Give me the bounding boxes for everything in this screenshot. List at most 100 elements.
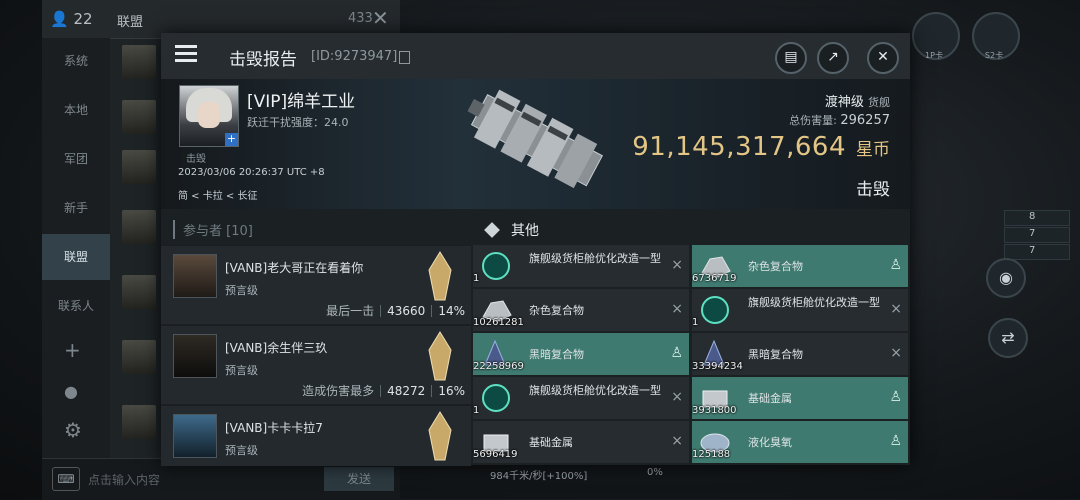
chat-avatar [122, 150, 156, 184]
weapon-icon [428, 411, 452, 461]
participant-avatar[interactable] [173, 254, 217, 298]
share-icon[interactable]: ↗ [817, 42, 849, 74]
channel-local[interactable]: 本地 [42, 87, 110, 133]
channel-alliance[interactable]: 联盟 [42, 234, 110, 280]
item-name: 基础金属 [748, 392, 792, 405]
kill-report-dialog: 击毁报告 [ID:9273947] ▤ ↗ ✕ + 击毁 [VIP]绵羊工业 跃… [161, 33, 910, 466]
total-damage-label: 总伤害量: [789, 114, 837, 127]
participant-name: [VANB]老大哥正在看着你 [225, 261, 364, 275]
swap-icon[interactable]: ⇄ [988, 318, 1028, 358]
hud-stat: 7 [1004, 244, 1070, 260]
item-quantity: 1 [692, 317, 699, 328]
plus-icon[interactable]: + [225, 133, 238, 146]
item-quantity: 33394234 [692, 361, 743, 372]
close-icon[interactable]: ✕ [867, 42, 899, 74]
ship-class-name: 渡神级 [824, 95, 864, 110]
isk-unit: 星币 [856, 140, 890, 160]
item-name: 黑暗复合物 [529, 348, 584, 361]
item-quantity: 3931800 [692, 405, 737, 416]
participant-row[interactable]: [VANB]余生伴三玖 预言级 造成伤害最多 48272 16% [161, 325, 471, 404]
other-items-panel: 其他 1 旗舰级货柜舱优化改造一型 × 6736719 杂色复合物 ♙ 1026… [471, 210, 910, 465]
other-items-title: 其他 [511, 223, 539, 239]
close-icon[interactable]: ✕ [372, 6, 389, 30]
person-icon: ♙ [670, 345, 683, 361]
participant-ship: 预言级 [225, 444, 258, 457]
isk-value: 91,145,317,664 星币 [632, 132, 890, 162]
channel-newbie[interactable]: 新手 [42, 185, 110, 231]
isk-amount: 91,145,317,664 [632, 132, 846, 162]
hud-stat: 8 [1004, 210, 1070, 226]
dialog-title: 击毁报告 [229, 50, 297, 70]
chat-input[interactable]: 点击输入内容 [88, 471, 160, 488]
participant-stats: 造成伤害最多 48272 16% [302, 382, 465, 399]
speed-readout: 984千米/秒[+100%] [490, 471, 588, 482]
item-cell[interactable]: 10261281 杂色复合物 × [473, 289, 689, 331]
destroyed-icon: × [671, 257, 683, 273]
item-cell[interactable]: 5696419 基础金属 × [473, 421, 689, 463]
item-cell[interactable]: 3931800 基础金属 ♙ [692, 377, 908, 419]
chat-title: 联盟 [117, 15, 144, 30]
item-quantity: 125188 [692, 449, 731, 460]
menu-icon[interactable] [175, 45, 197, 63]
participant-name: [VANB]余生伴三玖 [225, 341, 328, 355]
channel-contacts[interactable]: 联系人 [42, 283, 110, 329]
kill-result: 击毁 [856, 180, 890, 200]
participant-stats: 最后一击 43660 14% [326, 302, 465, 319]
item-quantity: 6736719 [692, 273, 737, 284]
module-icon [701, 296, 729, 324]
participant-ship: 预言级 [225, 284, 258, 297]
cube-icon [484, 222, 500, 238]
victim-section: + 击毁 [VIP]绵羊工业 跃迁干扰强度：24.0 2023/03/06 20… [161, 79, 910, 209]
participant-name: [VANB]卡卡卡拉7 [225, 421, 323, 435]
module-icon [482, 384, 510, 412]
weapon-icon [428, 251, 452, 301]
item-name: 基础金属 [529, 436, 573, 449]
person-icon: ♙ [889, 257, 902, 273]
participant-avatar[interactable] [173, 414, 217, 458]
participant-row[interactable]: [VANB]卡卡卡拉7 预言级 [161, 405, 471, 466]
item-cell[interactable]: 125188 液化臭氧 ♙ [692, 421, 908, 463]
report-id: [ID:9273947] [311, 49, 398, 64]
item-cell[interactable]: 6736719 杂色复合物 ♙ [692, 245, 908, 287]
item-cell[interactable]: 1 旗舰级货柜舱优化改造一型 × [473, 377, 689, 419]
participant-avatar[interactable] [173, 334, 217, 378]
item-quantity: 10261281 [473, 317, 524, 328]
channel-system[interactable]: 系统 [42, 38, 110, 84]
person-icon: ♙ [889, 389, 902, 405]
channel-corp[interactable]: 军团 [42, 136, 110, 182]
kill-time: 2023/03/06 20:26:37 UTC +8 [178, 167, 325, 178]
item-quantity: 1 [473, 273, 480, 284]
ship-type: 货舰 [868, 96, 890, 109]
plus-icon[interactable]: + [64, 338, 81, 362]
user-count-value: 22 [73, 10, 93, 28]
channel-list: 系统 本地 军团 新手 联盟 联系人 + ● ⚙ [42, 38, 110, 458]
item-name: 黑暗复合物 [748, 348, 803, 361]
clipboard-icon[interactable]: ▤ [775, 42, 807, 74]
send-button[interactable]: 发送 [324, 467, 394, 491]
keyboard-icon[interactable]: ⌨ [52, 467, 80, 491]
destroyed-icon: × [671, 389, 683, 405]
kill-location[interactable]: 简 < 卡拉 < 长征 [178, 187, 257, 202]
capacitor-readout: 0% [647, 467, 663, 478]
freighter-ship-image [467, 89, 603, 189]
unread-count: 433 [348, 11, 373, 26]
copy-icon[interactable] [399, 51, 410, 64]
hud-stat: 7 [1004, 227, 1070, 243]
participants-header: 参与者 [10] [173, 220, 253, 239]
chat-avatar [122, 210, 156, 244]
item-cell[interactable]: 1 旗舰级货柜舱优化改造一型 × [692, 289, 908, 331]
item-cell[interactable]: 33394234 黑暗复合物 × [692, 333, 908, 375]
gear-icon[interactable]: ⚙ [64, 418, 82, 442]
participant-percent: 16% [438, 384, 465, 398]
user-count[interactable]: 👤 22 [50, 10, 93, 28]
item-cell[interactable]: 22258969 黑暗复合物 ♙ [473, 333, 689, 375]
person-icon[interactable]: ● [64, 382, 78, 401]
chat-avatar [122, 340, 156, 374]
item-quantity: 5696419 [473, 449, 518, 460]
item-name: 旗舰级货柜舱优化改造一型 [529, 384, 661, 397]
victim-name[interactable]: [VIP]绵羊工业 [247, 87, 355, 112]
participant-row[interactable]: [VANB]老大哥正在看着你 预言级 最后一击 43660 14% [161, 245, 471, 324]
eye-icon[interactable]: ◉ [986, 258, 1026, 298]
dialog-header: 击毁报告 [ID:9273947] ▤ ↗ ✕ [161, 33, 910, 80]
item-cell[interactable]: 1 旗舰级货柜舱优化改造一型 × [473, 245, 689, 287]
